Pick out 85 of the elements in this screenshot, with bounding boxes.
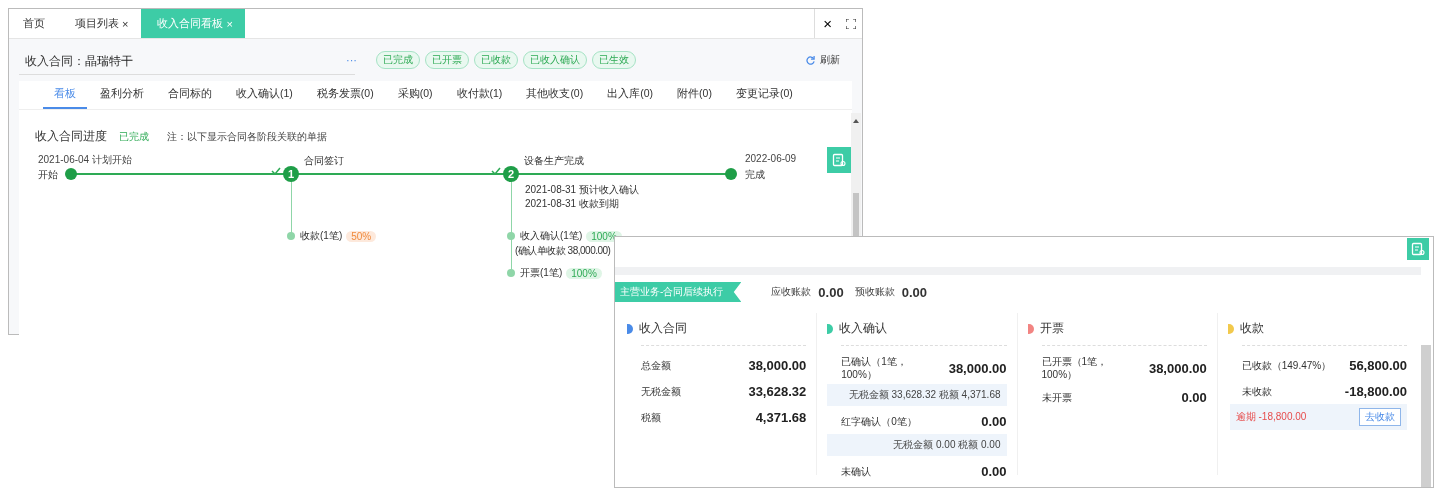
section-ribbon: 主营业务-合同后续执行: [615, 282, 742, 302]
tax-breakdown: 无税金额 33,628.32 税额 4,371.68: [827, 384, 1007, 406]
amount-value: 4,371.68: [755, 409, 807, 425]
percent-badge: 50%: [346, 230, 377, 242]
event-text: 2021-08-31 收款到期: [525, 197, 619, 211]
section-title: 收入合同: [639, 321, 687, 336]
milestone-label: 合同签订: [304, 154, 344, 168]
amount-value: -18,800.00: [1344, 383, 1407, 399]
edit-note-icon[interactable]: [1407, 238, 1429, 260]
amount-value: 38,000.00: [748, 357, 807, 373]
milestone-dot: [725, 168, 737, 180]
step-number: 2: [503, 166, 519, 182]
note-text: 注：以下显示合同各阶段关联的单据: [167, 130, 327, 144]
overdue-text: 逾期 -18,800.00: [1235, 410, 1307, 424]
document-link[interactable]: 开票(1笔): [520, 266, 563, 280]
scrollbar[interactable]: [851, 113, 861, 236]
section-tab[interactable]: 附件(0): [666, 81, 723, 109]
amount-value: 0.00: [981, 413, 1007, 429]
percent-badge: 100%: [566, 267, 602, 279]
document-dot: [287, 232, 295, 240]
amount-label: 红字确认（0笔）: [841, 414, 918, 428]
status-badge: 已收入确认: [523, 51, 587, 69]
amount-label: 未收款: [1241, 384, 1273, 398]
section-tab[interactable]: 税务发票(0): [305, 81, 385, 109]
document-dot: [507, 269, 515, 277]
milestone-label: 开始: [38, 168, 58, 182]
total-value: 0.00: [818, 284, 844, 300]
page-tab[interactable]: 首页: [9, 9, 62, 38]
amount-label: 已开票（1笔，100%）: [1041, 355, 1109, 381]
status-text: 已完成: [119, 130, 149, 144]
amount-label: 税额: [641, 410, 662, 424]
fullscreen-icon[interactable]: [846, 18, 856, 29]
tax-breakdown: 无税金额 0.00 税额 0.00: [827, 434, 1007, 456]
document-detail: (确认单收款 38,000.00): [515, 244, 611, 258]
tab-label[interactable]: 首页: [23, 16, 45, 31]
milestone-label: 设备生产完成: [524, 154, 584, 168]
milestone-label: 完成: [745, 168, 765, 182]
amount-label: 无税金额: [641, 384, 682, 398]
section-tab[interactable]: 收入确认(1): [225, 81, 304, 109]
section-tab[interactable]: 变更记录(0): [724, 81, 804, 109]
tab-close-button[interactable]: ×: [122, 17, 129, 30]
status-badge: 已收款: [474, 51, 518, 69]
refresh-icon[interactable]: [806, 55, 815, 65]
step-number: 1: [283, 166, 299, 182]
section-title: 收入合同进度: [35, 128, 107, 145]
amount-value: 33,628.32: [748, 383, 807, 399]
document-dot: [507, 232, 515, 240]
refresh-link[interactable]: 刷新: [820, 53, 840, 67]
edit-note-icon[interactable]: [827, 147, 851, 173]
section-title: 收入确认: [839, 321, 888, 336]
section-tab[interactable]: 看板: [43, 81, 87, 109]
event-text: 2021-08-31 预计收入确认: [525, 183, 639, 197]
amount-value: 56,800.00: [1349, 357, 1407, 373]
tab-label[interactable]: 项目列表: [75, 16, 119, 31]
status-badge: 已开票: [425, 51, 469, 69]
total-label: 预收账款: [854, 285, 895, 299]
amount-value: 38,000.00: [1148, 360, 1207, 376]
collect-button[interactable]: 去收款: [1359, 408, 1401, 426]
document-link[interactable]: 收款(1笔): [300, 229, 343, 243]
milestone-date: 2021-06-04 计划开始: [38, 153, 132, 167]
milestone-dot: [65, 168, 77, 180]
section-tab[interactable]: 盈利分析: [89, 81, 155, 109]
section-title: 收款: [1239, 321, 1264, 336]
section-tab[interactable]: 采购(0): [386, 81, 444, 109]
status-badge: 已完成: [376, 51, 420, 69]
milestone-date: 2022-06-09: [745, 153, 797, 164]
section-title: 开票: [1039, 321, 1064, 336]
page-tab[interactable]: 项目列表 ×: [62, 9, 142, 38]
amount-label: 已确认（1笔，100%）: [841, 355, 908, 381]
amount-label: 未确认: [841, 464, 873, 478]
status-badge: 已生效: [592, 51, 636, 69]
amount-value: 0.00: [1181, 389, 1207, 405]
document-link[interactable]: 收入确认(1笔): [520, 229, 583, 243]
scrollbar[interactable]: [1421, 345, 1431, 487]
amount-value: 0.00: [981, 463, 1007, 479]
amount-label: 未开票: [1041, 390, 1073, 404]
amount-label: 已收款（149.47%）: [1241, 358, 1333, 372]
amount-label: 总金额: [641, 358, 672, 372]
section-tab[interactable]: 其他收支(0): [515, 81, 595, 109]
section-tab[interactable]: 合同标的: [157, 81, 223, 109]
section-tab[interactable]: 收付款(1): [445, 81, 514, 109]
total-value: 0.00: [901, 284, 927, 300]
section-tab[interactable]: 出入库(0): [596, 81, 665, 109]
amount-value: 38,000.00: [948, 360, 1007, 376]
total-label: 应收账款: [771, 285, 812, 299]
